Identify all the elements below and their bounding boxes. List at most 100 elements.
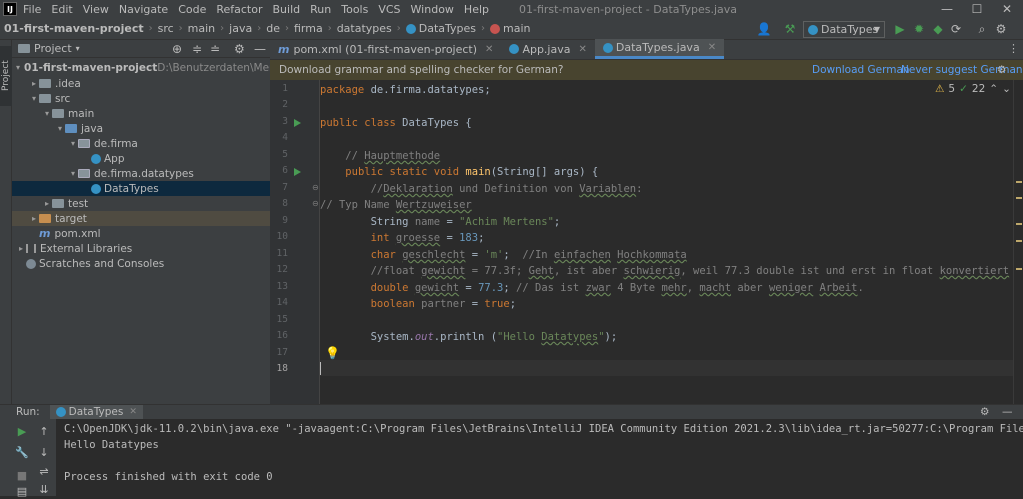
tree-item-datatypes[interactable]: DataTypes [12,181,270,196]
expand-arrow-icon[interactable]: ▸ [16,244,26,253]
more-run-icon[interactable]: ⟳ [948,20,964,38]
expand-arrow-icon[interactable]: ▾ [55,124,65,133]
breadcrumb-de[interactable]: de [266,22,280,35]
tree-item-app[interactable]: App [12,151,270,166]
expand-arrow-icon[interactable]: ▾ [42,109,52,118]
build-hammer-icon[interactable]: ⚒ [782,20,798,38]
tab-datatypes-java[interactable]: DataTypes.java ✕ [594,39,725,59]
inspection-widget[interactable]: ⚠ 5 ✓ 22 ⌃ ⌄ [935,83,1011,95]
close-tab-icon[interactable]: ✕ [708,42,716,53]
tab-pom-xml[interactable]: m pom.xml (01-first-maven-project) ✕ [270,39,501,59]
breadcrumb-main[interactable]: main [188,22,215,35]
tree-item-src[interactable]: ▾ src [12,91,270,106]
tree-item-java[interactable]: ▾ java [12,121,270,136]
debug-icon[interactable]: ✹ [911,20,927,38]
minimize-icon[interactable]: — [932,0,962,18]
run-class-icon[interactable] [294,119,301,127]
breadcrumb-method[interactable]: main [503,22,530,35]
tree-item-test[interactable]: ▸ test [12,196,270,211]
close-tab-icon[interactable]: ✕ [129,407,137,417]
stop-icon[interactable]: ■ [14,467,30,483]
tree-item--idea[interactable]: ▸ .idea [12,76,270,91]
soft-wrap-icon[interactable]: ⇌ [36,463,52,479]
menu-file[interactable]: File [23,3,41,16]
warning-mark[interactable] [1016,268,1022,270]
breadcrumb-project[interactable]: 01-first-maven-project [4,22,144,35]
project-tool-tab[interactable]: Project [0,46,12,106]
breadcrumb-src[interactable]: src [158,22,174,35]
menu-refactor[interactable]: Refactor [216,3,262,16]
project-panel-title[interactable]: Project [34,42,72,55]
fold-icon[interactable]: ⊖ [312,199,319,208]
layout-icon[interactable]: ▤ [14,483,30,499]
arrow-down-icon[interactable]: ↓ [36,444,52,460]
tree-item-de-firma-datatypes[interactable]: ▾ de.firma.datatypes [12,166,270,181]
menu-code[interactable]: Code [178,3,206,16]
run-configuration-dropdown[interactable]: DataTypes ▼ [803,21,885,38]
hide-icon[interactable]: — [1002,406,1013,418]
user-icon[interactable]: 👤 [756,20,772,38]
tab-app-java[interactable]: App.java ✕ [501,39,594,59]
close-icon[interactable]: ✕ [992,0,1022,18]
collapse-all-icon[interactable]: ≐ [210,42,220,56]
menu-window[interactable]: Window [411,3,454,16]
expand-arrow-icon[interactable]: ▸ [29,214,39,223]
close-tab-icon[interactable]: ✕ [578,44,586,55]
run-method-icon[interactable] [294,168,301,176]
download-german-link[interactable]: Download German [812,64,910,76]
chevron-down-icon[interactable]: ▾ [76,44,80,53]
gear-icon[interactable]: ⚙ [980,406,989,418]
menu-run[interactable]: Run [310,3,331,16]
run-icon[interactable]: ▶ [892,20,908,38]
lightbulb-icon[interactable]: 💡 [325,346,340,360]
expand-arrow-icon[interactable]: ▾ [68,139,78,148]
gear-icon[interactable]: ⚙ [234,42,245,56]
more-tabs-icon[interactable]: ⋮ [1008,42,1019,55]
arrow-up-icon[interactable]: ↑ [36,423,52,439]
menu-build[interactable]: Build [273,3,301,16]
menu-view[interactable]: View [83,3,109,16]
gear-icon[interactable]: ⚙ [997,64,1006,76]
search-icon[interactable]: ⌕ [974,20,990,38]
chevron-up-icon[interactable]: ⌃ [989,83,998,95]
breadcrumb-datatypes[interactable]: datatypes [337,22,392,35]
chevron-down-icon[interactable]: ⌄ [1002,83,1011,95]
warning-mark[interactable] [1016,197,1022,199]
breadcrumb-java[interactable]: java [229,22,252,35]
expand-arrow-icon[interactable]: ▸ [29,79,39,88]
expand-arrow-icon[interactable]: ▾ [68,169,78,178]
wrench-icon[interactable]: 🔧 [14,444,30,460]
breadcrumb-class[interactable]: DataTypes [419,22,476,35]
tree-item-scratches-and-consoles[interactable]: Scratches and Consoles [12,256,270,271]
maximize-icon[interactable]: ☐ [962,0,992,18]
tree-item-external-libraries[interactable]: ▸ External Libraries [12,241,270,256]
tree-item-01-first-maven-project[interactable]: ▾ 01-first-maven-project D:\Benutzerdaten… [12,60,270,75]
expand-arrow-icon[interactable]: ▾ [16,63,20,72]
tree-item-main[interactable]: ▾ main [12,106,270,121]
rerun-icon[interactable]: ▶ [14,423,30,439]
menu-navigate[interactable]: Navigate [119,3,168,16]
menu-tools[interactable]: Tools [341,3,368,16]
tree-item-de-firma[interactable]: ▾ de.firma [12,136,270,151]
close-tab-icon[interactable]: ✕ [485,44,493,55]
hide-icon[interactable]: — [254,42,266,56]
breadcrumb-firma[interactable]: firma [294,22,323,35]
coverage-icon[interactable]: ◆ [930,20,946,38]
scroll-end-icon[interactable]: ⇊ [36,481,52,497]
menu-edit[interactable]: Edit [51,3,72,16]
menu-vcs[interactable]: VCS [378,3,400,16]
code-editor[interactable]: package de.firma.datatypes; public class… [320,80,1013,404]
warning-mark[interactable] [1016,240,1022,242]
fold-icon[interactable]: ⊖ [312,183,319,192]
warning-mark[interactable] [1016,223,1022,225]
tree-item-pom-xml[interactable]: m pom.xml [12,226,270,241]
menu-help[interactable]: Help [464,3,489,16]
run-tab-datatypes[interactable]: DataTypes ✕ [49,404,143,420]
tree-item-target[interactable]: ▸ target [12,211,270,226]
warning-mark[interactable] [1016,181,1022,183]
expand-all-icon[interactable]: ≑ [192,42,202,56]
locate-icon[interactable]: ⊕ [172,42,182,56]
console-output[interactable]: C:\OpenJDK\jdk-11.0.2\bin\java.exe "-jav… [56,419,1023,496]
settings-gear-icon[interactable]: ⚙ [993,20,1009,38]
expand-arrow-icon[interactable]: ▸ [42,199,52,208]
